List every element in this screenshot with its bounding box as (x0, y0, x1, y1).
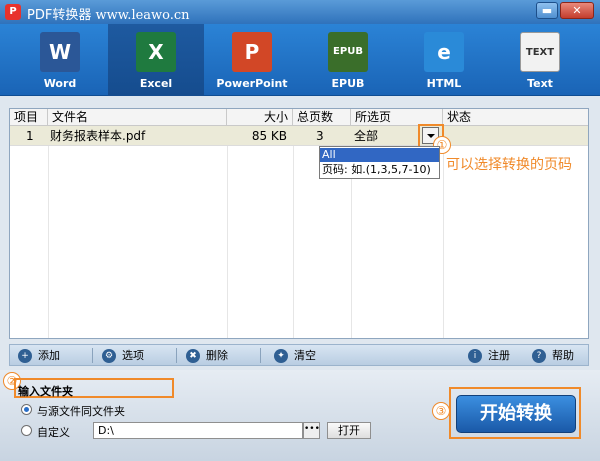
format-tab-label: Word (43, 77, 77, 90)
text-icon: TEXT (520, 32, 560, 72)
row-filename: 财务报表样本.pdf (50, 129, 146, 143)
table-row[interactable]: 1 财务报表样本.pdf 85 KB 3 全部 (10, 126, 588, 146)
format-tab-powerpoint[interactable]: P PowerPoint (204, 24, 300, 96)
start-convert-button[interactable]: 开始转换 (456, 395, 576, 433)
browse-button[interactable]: ••• (303, 422, 320, 439)
custom-folder-radio[interactable] (21, 425, 32, 436)
row-pages: 3 (316, 129, 324, 143)
options-label: 选项 (122, 349, 144, 362)
trash-icon: ✖ (186, 349, 200, 363)
row-selected-pages[interactable]: 全部 (354, 126, 378, 146)
options-button[interactable]: ⚙ 选项 (102, 347, 144, 364)
header-index[interactable]: 项目 (10, 109, 48, 126)
page-option-all[interactable]: All (320, 148, 439, 162)
same-folder-radio[interactable] (21, 404, 32, 415)
header-pages[interactable]: 总页数 (293, 109, 351, 126)
format-tab-html[interactable]: e HTML (396, 24, 492, 96)
help-icon: ? (532, 349, 546, 363)
table-header: 项目 文件名 大小 总页数 所选页 状态 (10, 109, 588, 126)
gear-icon: ⚙ (102, 349, 116, 363)
format-tab-label: Excel (139, 77, 173, 90)
action-bar: + 添加 ⚙ 选项 ✖ 删除 ✦ 清空 i 注册 ? 帮助 (9, 344, 589, 366)
divider (260, 348, 261, 363)
open-folder-button[interactable]: 打开 (327, 422, 371, 439)
app-name: PDF转换器 (27, 8, 92, 23)
register-label: 注册 (488, 349, 510, 362)
same-folder-label[interactable]: 与源文件同文件夹 (37, 403, 125, 419)
row-size: 85 KB (251, 129, 287, 143)
clear-label: 清空 (294, 349, 316, 362)
page-option-custom[interactable]: 页码: 如.(1,3,5,7-10) (320, 163, 439, 177)
row-index: 1 (26, 129, 34, 143)
format-tab-word[interactable]: W Word (12, 24, 108, 96)
format-tab-text[interactable]: TEXT Text (492, 24, 588, 96)
divider (176, 348, 177, 363)
grid-line (293, 126, 294, 338)
format-toolbar: W Word X Excel P PowerPoint EPUB EPUB e HTML TEXT T… (0, 24, 600, 96)
minimize-button[interactable]: ▬ (536, 2, 558, 19)
html-icon: e (424, 32, 464, 72)
file-table: 项目 文件名 大小 总页数 所选页 状态 1 财务报表样本.pdf 85 KB … (9, 108, 589, 339)
delete-button[interactable]: ✖ 删除 (186, 347, 228, 364)
add-label: 添加 (38, 349, 60, 362)
word-icon: W (40, 32, 80, 72)
header-status[interactable]: 状态 (443, 109, 588, 126)
format-tab-excel[interactable]: X Excel (108, 24, 204, 96)
annotation-circle-3: ③ (432, 402, 450, 420)
help-label: 帮助 (552, 349, 574, 362)
epub-icon: EPUB (328, 32, 368, 72)
output-folder-title: 输入文件夹 (18, 385, 73, 398)
help-button[interactable]: ? 帮助 (532, 347, 574, 364)
close-button[interactable]: ✕ (560, 2, 594, 19)
add-button[interactable]: + 添加 (18, 347, 60, 364)
format-tab-epub[interactable]: EPUB EPUB (300, 24, 396, 96)
window-title: PDF转换器 www.leawo.cn (27, 4, 190, 23)
grid-line (443, 126, 444, 338)
header-size[interactable]: 大小 (227, 109, 293, 126)
custom-folder-label[interactable]: 自定义 (37, 424, 70, 440)
page-select-popup: All 页码: 如.(1,3,5,7-10) (319, 146, 440, 179)
format-tab-label: HTML (426, 77, 462, 90)
clear-button[interactable]: ✦ 清空 (274, 347, 316, 364)
title-bar: P PDF转换器 www.leawo.cn ▬ ✕ (0, 0, 600, 24)
format-tab-label: Text (527, 77, 553, 90)
grid-line (48, 126, 49, 338)
pdf-app-icon: P (5, 4, 21, 20)
site-url: www.leawo.cn (95, 8, 190, 23)
excel-icon: X (136, 32, 176, 72)
register-button[interactable]: i 注册 (468, 347, 510, 364)
powerpoint-icon: P (232, 32, 272, 72)
broom-icon: ✦ (274, 349, 288, 363)
divider (92, 348, 93, 363)
format-tab-label: EPUB (331, 77, 365, 90)
annotation-hint: 可以选择转换的页码 (446, 157, 572, 173)
grid-line (227, 126, 228, 338)
info-icon: i (468, 349, 482, 363)
format-tab-label: PowerPoint (216, 77, 288, 90)
header-filename[interactable]: 文件名 (48, 109, 227, 126)
add-file-icon: + (18, 349, 32, 363)
delete-label: 删除 (206, 349, 228, 362)
output-path-field[interactable]: D:\ (93, 422, 303, 439)
